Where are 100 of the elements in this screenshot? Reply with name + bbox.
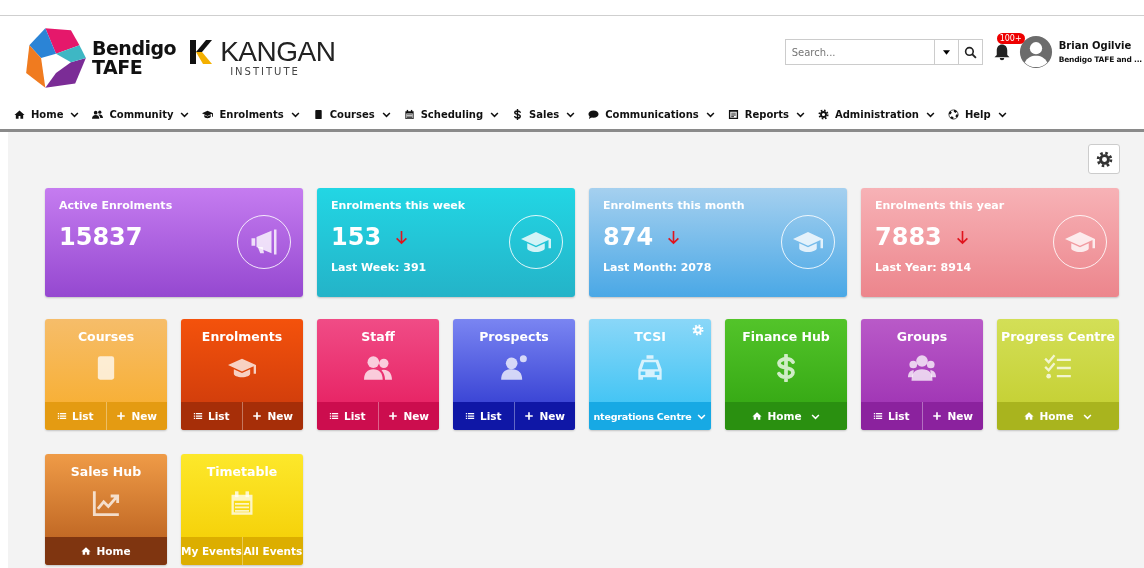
chevron-icon — [180, 110, 190, 119]
car-icon — [636, 354, 664, 382]
tile-link[interactable]: List — [317, 402, 378, 430]
nav-menu-item[interactable]: Help — [947, 109, 1007, 120]
megaphone-icon — [249, 227, 279, 257]
bell-icon[interactable] — [992, 43, 1011, 61]
tile-link[interactable]: New — [513, 402, 575, 430]
settings-icon — [817, 109, 829, 120]
plus-icon — [252, 411, 263, 421]
list-icon — [464, 411, 475, 421]
tile-title: Finance Hub — [742, 329, 830, 344]
tile-title: Enrolments — [201, 329, 283, 344]
tile-title: Timetable — [206, 464, 278, 479]
module-tile[interactable]: Groups List New — [861, 319, 983, 430]
chevron-icon — [70, 110, 80, 119]
nav-menu-item[interactable]: Courses — [312, 109, 391, 120]
settings-icon — [1095, 150, 1113, 168]
dollar-icon — [512, 109, 524, 120]
calendar-icon — [403, 109, 415, 120]
module-tile[interactable]: Sales Hub Home — [45, 454, 167, 565]
module-tile[interactable]: Prospects List New — [453, 319, 575, 430]
speech-bubble-icon — [588, 109, 600, 120]
stat-previous: Last Month: 2078 — [603, 261, 713, 274]
group-icon — [908, 354, 936, 382]
home-icon — [81, 546, 92, 556]
nav-menu-item[interactable]: Administration — [817, 109, 935, 120]
person-icon — [500, 354, 528, 382]
tile-link[interactable]: New — [377, 402, 439, 430]
plus-icon — [524, 411, 535, 421]
chevron-icon — [997, 110, 1007, 119]
nav-menu-item[interactable]: Reports — [727, 109, 805, 120]
home-icon — [752, 411, 763, 421]
hexagon-logo-icon — [24, 25, 88, 91]
stat-title: Active Enrolments — [59, 199, 174, 212]
module-tile[interactable]: Enrolments List New — [181, 319, 303, 430]
stat-title: Enrolments this month — [603, 199, 746, 212]
chevron-icon — [795, 110, 805, 119]
chevron-icon — [381, 110, 391, 119]
chevron-icon — [705, 110, 715, 119]
tile-menu-button[interactable]: Home — [725, 402, 847, 430]
list-icon — [192, 411, 203, 421]
brand-subtitle: INSTITUTE — [230, 66, 301, 78]
caret-icon — [942, 49, 950, 55]
chart-icon — [92, 489, 120, 517]
chevron-icon — [566, 110, 576, 119]
tile-link[interactable]: List — [453, 402, 514, 430]
search-icon — [963, 45, 977, 59]
tile-link[interactable]: New — [241, 402, 303, 430]
module-tile[interactable]: Staff List New — [317, 319, 439, 430]
list-icon — [56, 411, 67, 421]
nav-menu-item[interactable]: Communications — [588, 109, 715, 120]
tile-title: Progress Centre — [1001, 329, 1115, 344]
stat-value: 874 — [603, 223, 654, 251]
tile-title: TCSI — [634, 329, 666, 344]
people-icon — [364, 354, 392, 382]
chevron-icon — [490, 110, 500, 119]
tile-link[interactable]: Home — [45, 537, 167, 565]
dropdown-button[interactable] — [934, 39, 959, 65]
tile-title: Groups — [896, 329, 948, 344]
tile-link[interactable]: New — [921, 402, 983, 430]
brand-name: KANGAN — [220, 38, 336, 66]
chevron-icon — [925, 110, 935, 119]
stat-title: Enrolments this year — [875, 199, 1006, 212]
tile-link[interactable]: List — [181, 402, 242, 430]
plus-icon — [388, 411, 399, 421]
plus-icon — [116, 411, 127, 421]
user-name[interactable]: Brian Ogilvie — [1058, 40, 1142, 51]
people-icon — [92, 109, 104, 120]
nav-menu-item[interactable]: Scheduling — [403, 109, 500, 120]
k-logo-icon — [188, 38, 213, 66]
list-icon — [872, 411, 883, 421]
stat-value: 15837 — [59, 223, 143, 251]
module-tile[interactable]: Finance Hub Home — [725, 319, 847, 430]
stat-title: Enrolments this week — [331, 199, 467, 212]
lifebuoy-icon — [947, 109, 959, 120]
stat-value: 153 — [331, 223, 382, 251]
settings-button[interactable] — [1088, 144, 1120, 174]
report-icon — [727, 109, 739, 120]
nav-menu-item[interactable]: Sales — [512, 109, 576, 120]
stat-value: 7883 — [875, 223, 942, 251]
home-icon — [1024, 411, 1035, 421]
plus-icon — [932, 411, 943, 421]
cap-icon — [202, 109, 214, 120]
stat-previous: Last Year: 8914 — [875, 261, 973, 274]
nav-menu-item[interactable]: Community — [92, 109, 190, 120]
nav-menu-item[interactable]: Home — [14, 109, 80, 120]
nav-menu-item[interactable]: Enrolments — [202, 109, 300, 120]
stat-previous: Last Week: 391 — [331, 261, 428, 274]
brand-name: TAFE — [92, 58, 143, 77]
chevron-icon — [290, 110, 300, 119]
tile-link[interactable]: List — [861, 402, 922, 430]
search-field[interactable]: Search... — [784, 39, 935, 65]
tile-title: Prospects — [479, 329, 549, 344]
tile-title: Sales Hub — [70, 464, 142, 479]
tile-title: Courses — [77, 329, 135, 344]
list-icon — [328, 411, 339, 421]
home-icon — [14, 109, 25, 120]
notification-badge: 100+ — [996, 33, 1025, 44]
search-button[interactable] — [958, 39, 983, 65]
book-icon — [312, 109, 324, 120]
